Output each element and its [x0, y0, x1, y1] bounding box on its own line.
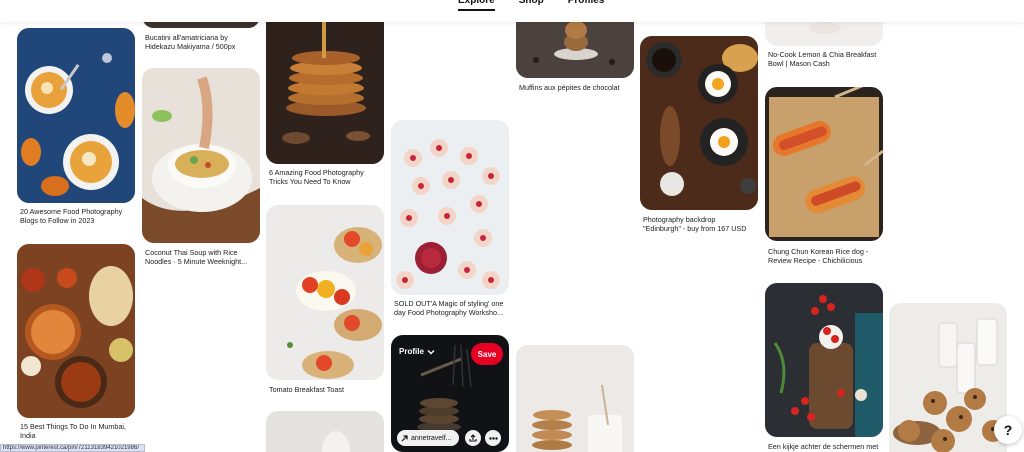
- pin-title: Een kijkje achter de schermen met: [768, 442, 879, 451]
- help-button[interactable]: ?: [994, 416, 1022, 444]
- pin-image[interactable]: [17, 244, 135, 418]
- upload-icon: [469, 434, 477, 442]
- tab-profiles[interactable]: Profiles: [568, 0, 605, 11]
- pin-image[interactable]: [889, 303, 1007, 452]
- pin-image[interactable]: [266, 205, 384, 380]
- pin-image[interactable]: [391, 120, 509, 295]
- share-button[interactable]: [465, 430, 481, 446]
- pin-image[interactable]: [266, 411, 384, 452]
- pin-title: 20 Awesome Food Photography Blogs to Fol…: [20, 207, 123, 226]
- pin-title: Bucatini all'amatriciana by Hidekazu Mak…: [145, 33, 236, 52]
- save-button[interactable]: Save: [471, 343, 503, 365]
- pin-image[interactable]: [516, 345, 634, 452]
- pin-title: Coconut Thai Soup with Rice Noodles · 5 …: [145, 248, 248, 267]
- nav-tabs: Explore Shop Profiles: [458, 0, 604, 11]
- pin-image[interactable]: [17, 28, 135, 203]
- source-link-label: annetravelf...: [411, 434, 452, 442]
- profile-board-select[interactable]: Profile: [399, 347, 435, 356]
- help-label: ?: [1003, 422, 1013, 438]
- pin-title: Photography backdrop "Edinburgh" - buy f…: [643, 215, 747, 234]
- pin-image[interactable]: [765, 283, 883, 437]
- pin-title: Chung Chun Korean Rice dog - Review Reci…: [768, 247, 869, 266]
- pin-title: Muffins aux pépites de chocolat: [519, 83, 620, 92]
- top-nav: Explore Shop Profiles: [0, 0, 1024, 22]
- status-bar-url: https://www.pinterest.ca/pin/72113183942…: [0, 444, 145, 452]
- more-options-button[interactable]: [485, 430, 501, 446]
- tab-shop[interactable]: Shop: [519, 0, 544, 11]
- arrow-up-right-icon: [401, 434, 408, 442]
- pin-title: 6 Amazing Food Photography Tricks You Ne…: [269, 168, 364, 187]
- pin-title: SOLD OUT'A Magic of styling' one day Foo…: [394, 299, 504, 318]
- pin-image[interactable]: Profile Save annetravelf...: [391, 335, 509, 452]
- profile-label: Profile: [399, 347, 424, 356]
- tab-explore[interactable]: Explore: [458, 0, 495, 11]
- pin-hover-overlay: Profile Save annetravelf...: [391, 335, 509, 452]
- pin-image[interactable]: [266, 0, 384, 164]
- more-icon: [488, 436, 498, 440]
- pin-title: No-Cook Lemon & Chia Breakfast Bowl | Ma…: [768, 50, 877, 69]
- pin-title: Tomato Breakfast Toast: [269, 385, 344, 394]
- pin-image[interactable]: [142, 68, 260, 243]
- chevron-down-icon: [427, 348, 435, 356]
- pin-image[interactable]: [765, 87, 883, 241]
- pin-image[interactable]: [640, 36, 758, 210]
- pin-title: 15 Best Things To Do In Mumbai, India: [20, 422, 127, 441]
- source-link-button[interactable]: annetravelf...: [397, 430, 459, 446]
